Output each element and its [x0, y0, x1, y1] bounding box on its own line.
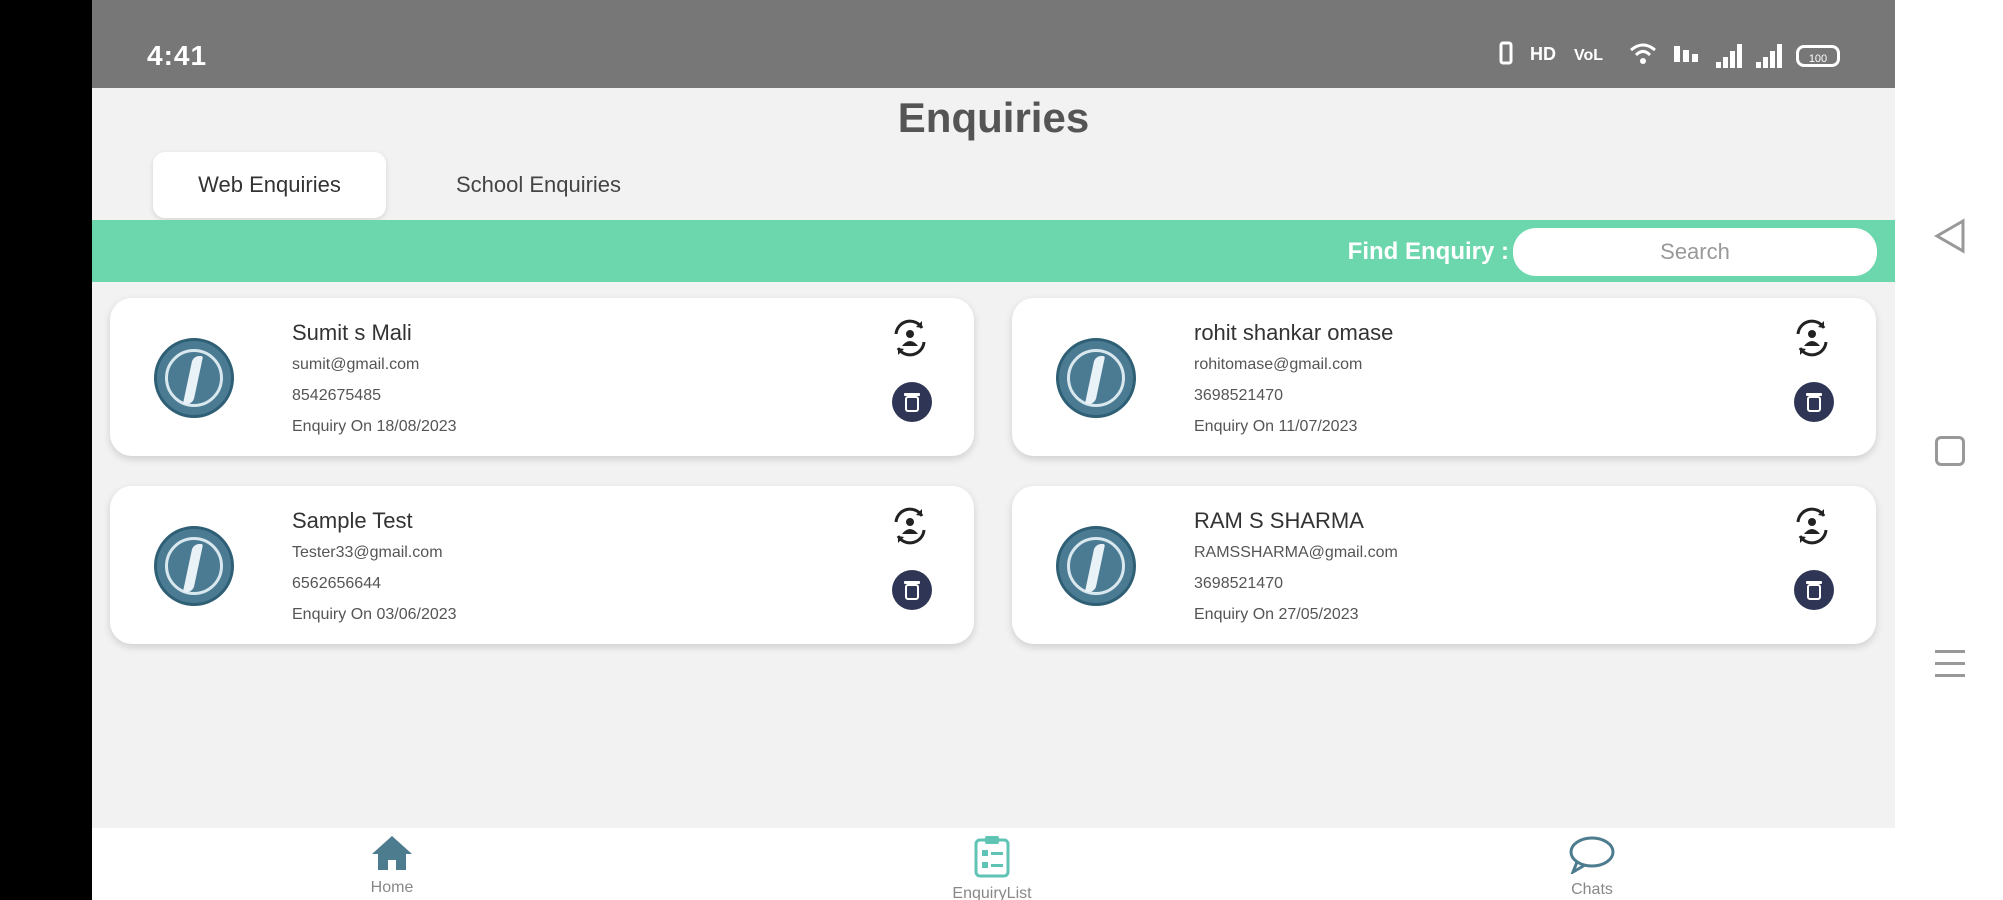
status-bar: 4:41 HD VoL 100 [92, 0, 1895, 88]
tab-school-enquiries[interactable]: School Enquiries [422, 152, 655, 218]
enquiry-date: Enquiry On 03/06/2023 [292, 606, 457, 623]
nav-home-label: Home [370, 879, 414, 896]
delete-button[interactable] [892, 570, 932, 610]
clipboard-icon [974, 836, 1010, 878]
enquiry-date: Enquiry On 18/08/2023 [292, 418, 457, 435]
enquiry-email: RAMSSHARMA@gmail.com [1194, 544, 1398, 561]
avatar [1056, 526, 1136, 606]
enquiry-phone: 3698521470 [1194, 387, 1283, 404]
enquiry-email: sumit@gmail.com [292, 356, 420, 373]
recents-icon[interactable] [1935, 436, 1965, 466]
tab-web-enquiries[interactable]: Web Enquiries [153, 152, 386, 218]
swap-person-icon[interactable] [1790, 316, 1834, 360]
signal-2-icon [1756, 43, 1782, 68]
avatar [1056, 338, 1136, 418]
enquiry-info: RAM S SHARMA RAMSSHARMA@gmail.com 369852… [1194, 508, 1398, 637]
swap-person-icon[interactable] [888, 316, 932, 360]
svg-text:VoL: VoL [1574, 47, 1603, 64]
enquiry-phone: 3698521470 [1194, 575, 1283, 592]
wifi-icon [1628, 40, 1658, 71]
nav-chats-label: Chats [1571, 881, 1613, 898]
enquiry-email: Tester33@gmail.com [292, 544, 443, 561]
delete-button[interactable] [1794, 382, 1834, 422]
enquiry-email: rohitomase@gmail.com [1194, 356, 1363, 373]
trash-icon [1806, 393, 1822, 412]
menu-icon[interactable] [1933, 646, 1967, 682]
nav-enquiry-list-label: EnquiryList [952, 885, 1032, 900]
nav-home[interactable]: Home [312, 834, 472, 897]
nav-chats[interactable]: Chats [1512, 834, 1672, 899]
enquiry-phone: 6562656644 [292, 575, 381, 592]
delete-button[interactable] [1794, 570, 1834, 610]
avatar [154, 338, 234, 418]
svg-text:HD: HD [1530, 44, 1556, 64]
swap-person-icon[interactable] [1790, 504, 1834, 548]
trash-icon [904, 581, 920, 600]
vibrate-icon [1496, 40, 1516, 71]
nav-enquiry-list[interactable]: EnquiryList [912, 834, 1072, 900]
enquiry-date: Enquiry On 11/07/2023 [1194, 418, 1358, 435]
search-bar: Find Enquiry : [92, 220, 1895, 282]
signal-1-icon [1716, 43, 1742, 68]
app-screen: 4:41 HD VoL 100 Enquiries Web Enquiries … [92, 0, 1895, 900]
enquiry-card[interactable]: Sumit s Mali sumit@gmail.com 8542675485 … [110, 298, 974, 456]
enquiry-info: Sample Test Tester33@gmail.com 656265664… [292, 508, 457, 637]
enquiry-name: rohit shankar omase [1194, 320, 1394, 345]
avatar [154, 526, 234, 606]
enquiry-info: rohit shankar omase rohitomase@gmail.com… [1194, 320, 1393, 449]
find-enquiry-label: Find Enquiry : [1347, 238, 1509, 265]
trash-icon [904, 393, 920, 412]
back-icon[interactable] [1933, 218, 1967, 254]
enquiry-card[interactable]: Sample Test Tester33@gmail.com 656265664… [110, 486, 974, 644]
enquiry-name: Sample Test [292, 508, 413, 533]
enquiry-date: Enquiry On 27/05/2023 [1194, 606, 1359, 623]
chat-bubble-icon [1569, 836, 1615, 876]
enquiry-card[interactable]: rohit shankar omase rohitomase@gmail.com… [1012, 298, 1876, 456]
enquiry-name: Sumit s Mali [292, 320, 412, 345]
bottom-nav: Home EnquiryList Chats [92, 828, 1895, 900]
volte-icon: VoL [1574, 40, 1614, 71]
data-icon [1672, 40, 1702, 71]
delete-button[interactable] [892, 382, 932, 422]
hd-icon: HD [1530, 40, 1560, 71]
status-time: 4:41 [147, 40, 208, 71]
battery-icon: 100 [1796, 44, 1840, 67]
enquiry-name: RAM S SHARMA [1194, 508, 1364, 533]
swap-person-icon[interactable] [888, 504, 932, 548]
page-title: Enquiries [897, 94, 1090, 141]
enquiry-card[interactable]: RAM S SHARMA RAMSSHARMA@gmail.com 369852… [1012, 486, 1876, 644]
enquiry-info: Sumit s Mali sumit@gmail.com 8542675485 … [292, 320, 457, 449]
system-nav-bar [1895, 0, 2003, 900]
home-icon [372, 836, 412, 870]
search-input[interactable] [1513, 228, 1877, 276]
status-icons: HD VoL 100 [1496, 40, 1840, 71]
trash-icon [1806, 581, 1822, 600]
enquiry-phone: 8542675485 [292, 387, 381, 404]
